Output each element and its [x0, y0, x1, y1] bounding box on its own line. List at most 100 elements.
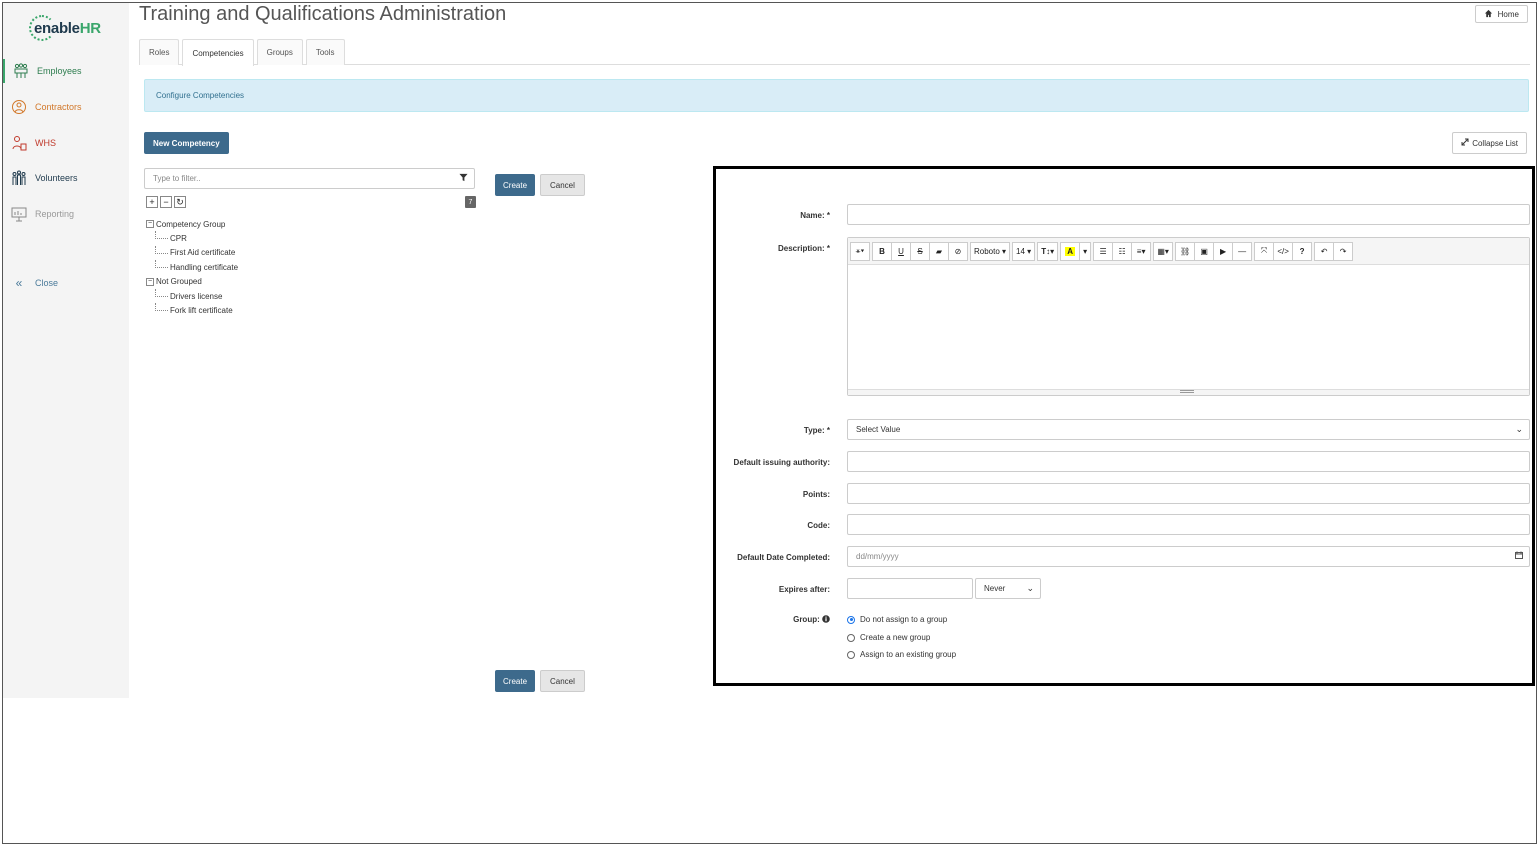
collapse-node-icon[interactable]: − [146, 277, 154, 286]
sidebar-item-label: WHS [35, 138, 56, 148]
tree-leaf-node[interactable]: Drivers license [146, 288, 238, 303]
video-icon[interactable]: ▶ [1213, 241, 1234, 261]
undo-icon[interactable]: ↶ [1314, 241, 1335, 261]
numbered-list-icon[interactable]: ☷ [1112, 241, 1133, 261]
sidebar-item-whs[interactable]: WHS [3, 131, 129, 155]
collapse-icon [1461, 138, 1469, 148]
info-banner-text: Configure Competencies [156, 91, 245, 100]
new-competency-button[interactable]: New Competency [144, 132, 229, 154]
expires-number-input[interactable] [847, 578, 973, 599]
sidebar-item-contractors[interactable]: Contractors [3, 95, 129, 119]
group-label: Group: [793, 615, 830, 624]
tree-leaf-node[interactable]: Fork lift certificate [146, 303, 238, 317]
reporting-icon [10, 205, 28, 223]
sidebar-item-label: Employees [37, 66, 82, 76]
refresh-icon[interactable]: ↻ [174, 196, 186, 208]
enablehr-logo[interactable]: enableHR [29, 15, 109, 45]
type-select[interactable]: Select Value ⌄ [847, 419, 1530, 440]
issuing-authority-input[interactable] [847, 451, 1530, 472]
create-button-bottom[interactable]: Create [495, 670, 536, 692]
points-label: Points: [802, 490, 830, 499]
eraser-icon[interactable]: ▰ [929, 241, 949, 261]
logo-text: enableHR [34, 20, 101, 37]
tree-leaf-node[interactable]: Handling certificate [146, 260, 238, 274]
radio-new-group[interactable]: Create a new group [847, 633, 930, 642]
tree-filter-input[interactable]: Type to filter.. [144, 168, 475, 189]
underline-icon[interactable]: U [891, 241, 911, 261]
page-title: Training and Qualifications Administrati… [139, 3, 507, 25]
table-icon[interactable]: ▦▾ [1153, 241, 1174, 261]
name-label: Name: * [800, 211, 830, 220]
magic-wand-icon[interactable]: ⚹▾ [850, 241, 870, 261]
tree-group-node[interactable]: − Competency Group [146, 217, 238, 231]
volunteers-icon [10, 169, 28, 187]
help-icon[interactable]: ? [1292, 241, 1313, 261]
home-button[interactable]: Home [1474, 5, 1528, 23]
align-icon[interactable]: ≡▾ [1131, 241, 1152, 261]
collapse-node-icon[interactable]: − [146, 220, 154, 229]
home-label: Home [1497, 9, 1519, 19]
redo-icon[interactable]: ↷ [1333, 241, 1354, 261]
cancel-button-bottom[interactable]: Cancel [540, 670, 585, 692]
info-icon[interactable] [822, 615, 830, 624]
collapse-all-icon[interactable]: − [160, 196, 172, 208]
resize-handle-icon[interactable] [1180, 390, 1194, 393]
strikethrough-icon[interactable]: S [910, 241, 930, 261]
tree-group-label: Not Grouped [156, 277, 202, 287]
name-input[interactable] [847, 204, 1530, 225]
font-family-dropdown[interactable]: Roboto ▾ [970, 241, 1011, 261]
tab-roles[interactable]: Roles [139, 39, 180, 65]
double-chevron-left-icon: « [15, 276, 23, 290]
expires-unit-select[interactable]: Never ⌄ [975, 578, 1041, 599]
image-icon[interactable]: ▣ [1194, 241, 1215, 261]
radio-no-group[interactable]: Do not assign to a group [847, 615, 947, 624]
bold-icon[interactable]: B [872, 241, 892, 261]
sidebar-item-volunteers[interactable]: Volunteers [3, 166, 129, 190]
radio-button[interactable] [847, 615, 855, 624]
competency-form: Name: * Description: * ⚹▾ B U S ▰ ⊘ Robo… [713, 166, 1535, 686]
whs-icon [10, 134, 28, 152]
tree-group-node[interactable]: − Not Grouped [146, 275, 238, 289]
tree-toolbar: + − ↻ [146, 196, 186, 208]
radio-button[interactable] [847, 633, 855, 642]
text-height-icon[interactable]: T ↕▾ [1037, 241, 1059, 261]
clear-format-icon[interactable]: ⊘ [948, 241, 968, 261]
color-dropdown-icon[interactable]: ▾ [1079, 241, 1092, 261]
bullet-list-icon[interactable]: ☰ [1093, 241, 1114, 261]
cancel-button-top[interactable]: Cancel [540, 174, 585, 196]
tab-groups[interactable]: Groups [256, 39, 303, 65]
link-icon[interactable]: ⛓ [1175, 241, 1196, 261]
filter-icon[interactable] [459, 173, 468, 185]
code-label: Code: [807, 521, 830, 530]
font-size-dropdown[interactable]: 14 ▾ [1012, 241, 1036, 261]
tree-group-label: Competency Group [156, 219, 226, 229]
calendar-icon[interactable] [1515, 551, 1523, 561]
sidebar-item-label: Reporting [35, 209, 75, 219]
radio-existing-group[interactable]: Assign to an existing group [847, 650, 956, 659]
sidebar: enableHR Employees Contractors WHS Volun… [3, 3, 129, 698]
sidebar-item-reporting[interactable]: Reporting [3, 202, 129, 226]
tree-leaf-node[interactable]: First Aid certificate [146, 245, 238, 260]
chevron-down-icon: ⌄ [1515, 424, 1523, 434]
tab-tools[interactable]: Tools [305, 39, 345, 65]
code-view-icon[interactable]: </> [1273, 241, 1294, 261]
editor-toolbar: ⚹▾ B U S ▰ ⊘ Roboto ▾ 14 ▾ T ↕▾ A ▾ ☰ ☷ … [848, 238, 1529, 265]
horizontal-rule-icon[interactable]: — [1232, 241, 1253, 261]
contractors-icon [10, 98, 28, 116]
code-input[interactable] [847, 514, 1530, 535]
description-editor[interactable]: ⚹▾ B U S ▰ ⊘ Roboto ▾ 14 ▾ T ↕▾ A ▾ ☰ ☷ … [847, 237, 1530, 396]
sidebar-close-button[interactable]: « Close [3, 271, 129, 295]
tree-leaf-node[interactable]: CPR [146, 231, 238, 245]
date-completed-input[interactable]: dd/mm/yyyy [847, 546, 1530, 567]
expand-all-icon[interactable]: + [146, 196, 158, 208]
highlight-color-icon[interactable]: A [1060, 241, 1081, 261]
points-input[interactable] [847, 483, 1530, 504]
fullscreen-icon[interactable]: ⤧ [1254, 241, 1275, 261]
tab-competencies[interactable]: Competencies [182, 39, 254, 66]
create-button-top[interactable]: Create [495, 174, 536, 196]
sidebar-item-employees[interactable]: Employees [3, 59, 129, 83]
filter-placeholder: Type to filter.. [153, 174, 201, 183]
radio-button[interactable] [847, 650, 855, 659]
collapse-list-button[interactable]: Collapse List [1452, 132, 1527, 154]
authority-label: Default issuing authority: [733, 458, 830, 467]
